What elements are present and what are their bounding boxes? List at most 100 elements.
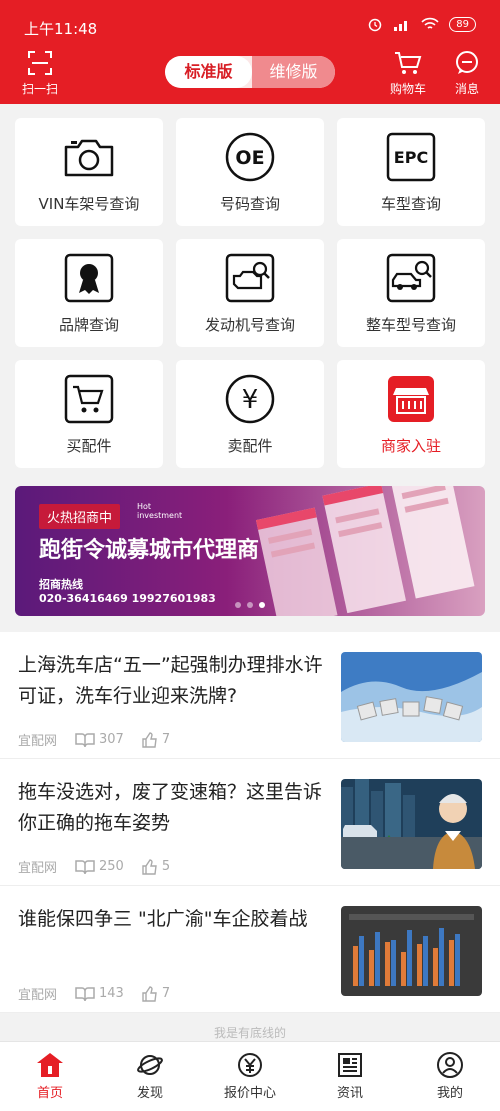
news-title: 谁能保四争三 "北广渝"车企胶着战 [18,908,308,930]
tab-label: 我的 [436,1086,463,1101]
svg-text:OE: OE [235,147,264,169]
tab-home[interactable]: 首页 [0,1042,100,1111]
news-meta: 宜配网 143 7 [18,984,170,1003]
cart-button[interactable]: 购物车 [390,50,426,97]
news-source: 宜配网 [18,861,58,876]
grid-engine-query[interactable]: 发动机号查询 [176,239,324,347]
status-icons: 89 [367,16,476,32]
promo-banner[interactable]: 火热招商中 Hot investment 跑街令诚募城市代理商 招商热线 020… [15,486,485,616]
scan-button[interactable]: 扫一扫 [22,50,58,97]
read-count: 307 [75,732,124,748]
book-icon [75,986,95,1001]
like-count-value: 7 [161,986,171,1001]
shop-icon [385,373,437,425]
news-item[interactable]: 谁能保四争三 "北广渝"车企胶着战 宜配网 143 7 [0,886,500,1013]
battery-indicator: 89 [449,16,476,32]
banner-phones: 020-36416469 19927601983 [39,592,216,605]
grid-vin-query[interactable]: VIN车架号查询 [15,118,163,226]
grid-model-query[interactable]: EPC 车型查询 [337,118,485,226]
message-icon [456,51,478,74]
camera-icon [63,131,115,183]
grid-label: 卖配件 [227,436,273,455]
news-title: 拖车没选对，废了变速箱？这里告诉你正确的拖车姿势 [18,781,323,834]
signal-icon [394,21,408,31]
pager-dot-active [259,602,265,608]
news-meta: 宜配网 250 5 [18,857,170,876]
status-bar: 上午11:48 89 [0,0,500,44]
message-label: 消息 [454,82,479,96]
oe-icon: OE [224,131,276,183]
banner-hotline-label: 招商热线 [39,578,83,591]
function-grid: VIN车架号查询 OE 号码查询 EPC 车型查询 品牌查询 发动机号查询 整车… [15,118,485,468]
planet-icon [137,1055,163,1075]
user-icon [437,1052,463,1078]
book-icon [75,732,95,747]
thumb-up-icon [142,985,157,1002]
top-header: 扫一扫 标准版 维修版 购物车 消息 [0,44,500,104]
toggle-repair[interactable]: 维修版 [252,56,335,88]
tab-label: 首页 [36,1086,63,1101]
tab-mine[interactable]: 我的 [400,1042,500,1111]
banner-tag: 火热招商中 [39,504,121,529]
news-source: 宜配网 [18,734,58,749]
read-count: 250 [75,859,124,875]
read-count-value: 307 [99,732,124,747]
news-source: 宜配网 [18,988,58,1003]
banner-pager [235,602,265,608]
news-item[interactable]: 上海洗车店“五一”起强制办理排水许可证，洗车行业迎来洗牌? 宜配网 307 7 [0,632,500,759]
like-count: 7 [142,731,170,748]
grid-merchant-join[interactable]: 商家入驻 [337,360,485,468]
thumb-up-icon [142,731,157,748]
read-count-value: 143 [99,986,124,1001]
grid-label: 号码查询 [219,194,280,213]
scan-icon [28,51,52,75]
car-search-icon [385,252,437,304]
tab-label: 资讯 [336,1086,363,1101]
grid-buy-parts[interactable]: 买配件 [15,360,163,468]
grid-label: 车型查询 [380,194,441,213]
news-thumbnail [341,652,482,742]
tab-price-center[interactable]: 报价中心 [200,1042,300,1111]
list-end-text: 我是有底线的 [0,1024,500,1042]
status-time: 上午11:48 [24,20,98,38]
cart-label: 购物车 [390,82,427,96]
pager-dot [247,602,253,608]
news-icon [338,1053,362,1077]
news-meta: 宜配网 307 7 [18,730,170,749]
app-screens-illustration [255,486,475,616]
news-title: 上海洗车店“五一”起强制办理排水许可证，洗车行业迎来洗牌? [18,654,323,707]
engine-search-icon [224,252,276,304]
read-count: 143 [75,986,124,1002]
like-count: 5 [142,858,170,875]
grid-label: 发动机号查询 [204,315,295,334]
home-icon [37,1053,63,1077]
grid-number-query[interactable]: OE 号码查询 [176,118,324,226]
grid-vehicle-model-query[interactable]: 整车型号查询 [337,239,485,347]
news-list: 上海洗车店“五一”起强制办理排水许可证，洗车行业迎来洗牌? 宜配网 307 7 [0,632,500,1013]
tab-news[interactable]: 资讯 [300,1042,400,1111]
tab-label: 发现 [136,1086,163,1101]
pager-dot [235,602,241,608]
cart-icon [63,373,115,425]
toggle-standard[interactable]: 标准版 [165,56,252,88]
tab-discover[interactable]: 发现 [100,1042,200,1111]
grid-label: 品牌查询 [58,315,119,334]
banner-tag-en-line: Hot [137,502,152,511]
svg-text:EPC: EPC [394,148,428,167]
news-thumbnail [341,906,482,996]
alarm-icon [369,18,382,32]
message-button[interactable]: 消息 [454,50,480,97]
version-toggle[interactable]: 标准版 维修版 [165,56,335,88]
grid-label: VIN车架号查询 [38,194,140,213]
grid-brand-query[interactable]: 品牌查询 [15,239,163,347]
scan-label: 扫一扫 [22,82,59,96]
grid-label: 商家入驻 [380,436,441,455]
grid-sell-parts[interactable]: ¥ 卖配件 [176,360,324,468]
tab-label: 报价中心 [223,1086,276,1101]
news-item[interactable]: 拖车没选对，废了变速箱？这里告诉你正确的拖车姿势 宜配网 250 5 [0,759,500,886]
svg-text:¥: ¥ [242,385,259,415]
read-count-value: 250 [99,859,124,874]
like-count: 7 [142,985,171,1002]
book-icon [75,859,95,874]
grid-label: 买配件 [66,436,112,455]
